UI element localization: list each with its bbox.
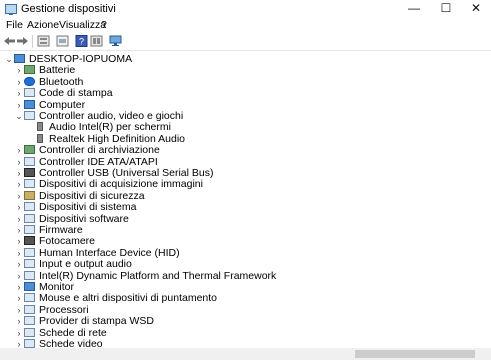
chevron-right-icon[interactable]: › xyxy=(14,271,24,282)
chevron-right-icon[interactable]: › xyxy=(14,88,24,99)
scrollbar-thumb[interactable] xyxy=(355,350,475,358)
security-device-icon xyxy=(24,190,35,200)
menu-visualizza[interactable]: Visualizza xyxy=(59,19,106,31)
chevron-right-icon[interactable]: › xyxy=(14,282,24,293)
help-icon[interactable]: ? xyxy=(75,35,88,47)
menu-file[interactable]: File xyxy=(6,19,23,31)
chevron-right-icon[interactable]: › xyxy=(14,77,24,88)
chevron-right-icon[interactable]: › xyxy=(14,225,24,236)
back-icon[interactable] xyxy=(3,35,16,47)
audio-controller-icon xyxy=(24,111,35,120)
thermal-icon xyxy=(24,270,35,280)
computer-root-icon xyxy=(14,54,25,63)
chevron-right-icon[interactable]: › xyxy=(14,65,24,76)
chevron-right-icon[interactable]: › xyxy=(14,248,24,259)
chevron-down-icon[interactable]: ⌄ xyxy=(14,111,24,122)
tree-item-schede-video[interactable]: › Schede video xyxy=(14,339,103,348)
chevron-right-icon[interactable]: › xyxy=(14,305,24,316)
display-adapter-icon xyxy=(24,339,35,348)
update-driver-icon[interactable] xyxy=(56,35,69,47)
chevron-right-icon[interactable]: › xyxy=(14,202,24,213)
camera-device-icon xyxy=(24,179,35,189)
wsd-printer-icon xyxy=(24,316,35,326)
computer-icon xyxy=(24,99,35,109)
chevron-right-icon[interactable]: › xyxy=(14,316,24,327)
chevron-right-icon[interactable]: › xyxy=(14,100,24,111)
chevron-down-icon[interactable]: ⌄ xyxy=(4,54,14,65)
menu-bar: File Azione Visualizza ? xyxy=(0,18,491,32)
menu-azione[interactable]: Azione xyxy=(27,19,59,31)
processor-icon xyxy=(24,304,35,314)
svg-text:?: ? xyxy=(79,37,84,47)
minimize-button[interactable]: — xyxy=(399,0,429,18)
battery-icon xyxy=(24,65,35,75)
close-button[interactable]: ✕ xyxy=(461,0,491,18)
window-title: Gestione dispositivi xyxy=(21,3,116,15)
chevron-right-icon[interactable]: › xyxy=(14,293,24,304)
chevron-right-icon[interactable]: › xyxy=(14,168,24,179)
chevron-right-icon[interactable]: › xyxy=(14,328,24,339)
toolbar-separator xyxy=(32,35,33,48)
chevron-right-icon[interactable]: › xyxy=(14,339,24,348)
chevron-right-icon[interactable]: › xyxy=(14,236,24,247)
monitor-device-icon xyxy=(24,282,35,291)
chevron-right-icon[interactable]: › xyxy=(14,214,24,225)
storage-controller-icon xyxy=(24,145,35,155)
firmware-icon xyxy=(24,225,35,234)
network-adapter-icon xyxy=(24,327,35,337)
chevron-right-icon[interactable]: › xyxy=(14,259,24,270)
usb-controller-icon xyxy=(24,168,35,177)
view-icon[interactable] xyxy=(90,35,103,47)
hid-icon xyxy=(24,247,35,257)
maximize-button[interactable]: ☐ xyxy=(431,0,461,18)
chevron-right-icon[interactable]: › xyxy=(14,179,24,190)
device-tree: ⌄ DESKTOP-IOPUOMA › Batterie › Bluetooth › C… xyxy=(0,52,491,348)
toolbar: ? xyxy=(0,33,491,51)
software-device-icon xyxy=(24,213,35,223)
audio-io-icon xyxy=(24,259,35,269)
properties-icon[interactable] xyxy=(37,35,50,47)
title-bar: Gestione dispositivi — ☐ ✕ xyxy=(0,0,491,18)
bluetooth-icon xyxy=(24,76,35,86)
forward-icon[interactable] xyxy=(16,35,29,47)
chevron-right-icon[interactable]: › xyxy=(14,145,24,156)
print-queue-icon xyxy=(24,88,35,98)
camera-icon xyxy=(24,236,35,246)
menu-help[interactable]: ? xyxy=(101,19,107,31)
horizontal-scrollbar[interactable] xyxy=(0,348,491,360)
system-device-icon xyxy=(24,202,35,212)
device-manager-icon xyxy=(5,4,17,15)
ide-controller-icon xyxy=(24,156,35,166)
speaker-icon xyxy=(37,122,43,132)
chevron-right-icon[interactable]: › xyxy=(14,157,24,168)
mouse-icon xyxy=(24,293,35,303)
speaker-icon xyxy=(37,133,43,143)
chevron-right-icon[interactable]: › xyxy=(14,191,24,202)
monitor-icon[interactable] xyxy=(109,35,122,47)
